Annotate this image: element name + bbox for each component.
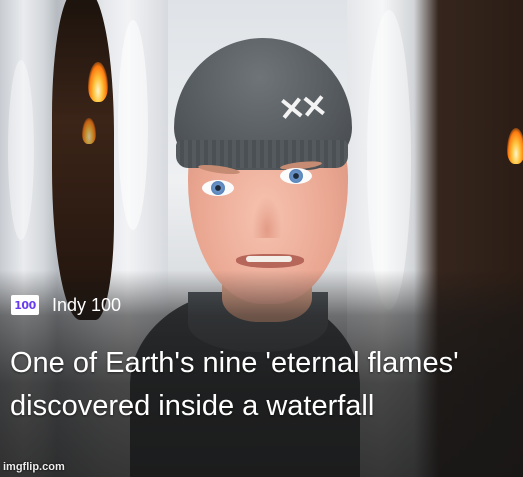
nose: [252, 196, 282, 238]
imgflip-watermark: imgflip.com: [3, 461, 65, 473]
flame-icon: [507, 128, 523, 164]
left-iris: [211, 181, 225, 195]
flame-icon: [82, 118, 96, 144]
right-iris: [289, 169, 303, 183]
under-armour-logo-icon: ⨯⨯: [275, 84, 325, 130]
right-eye: [280, 168, 312, 184]
snow-streak: [8, 60, 34, 240]
news-card[interactable]: ⨯⨯ 100 Indy 100 One of Earth's nine 'ete…: [0, 0, 523, 477]
article-headline[interactable]: One of Earth's nine 'eternal flames' dis…: [10, 342, 510, 428]
snow-streak: [367, 10, 411, 310]
source-row[interactable]: 100 Indy 100: [11, 290, 121, 320]
indy100-logo-icon: 100: [11, 295, 39, 315]
left-eye: [202, 180, 234, 196]
beanie-cuff: [176, 140, 348, 168]
teeth: [246, 256, 292, 262]
source-name[interactable]: Indy 100: [52, 295, 121, 316]
snow-streak: [118, 20, 148, 230]
